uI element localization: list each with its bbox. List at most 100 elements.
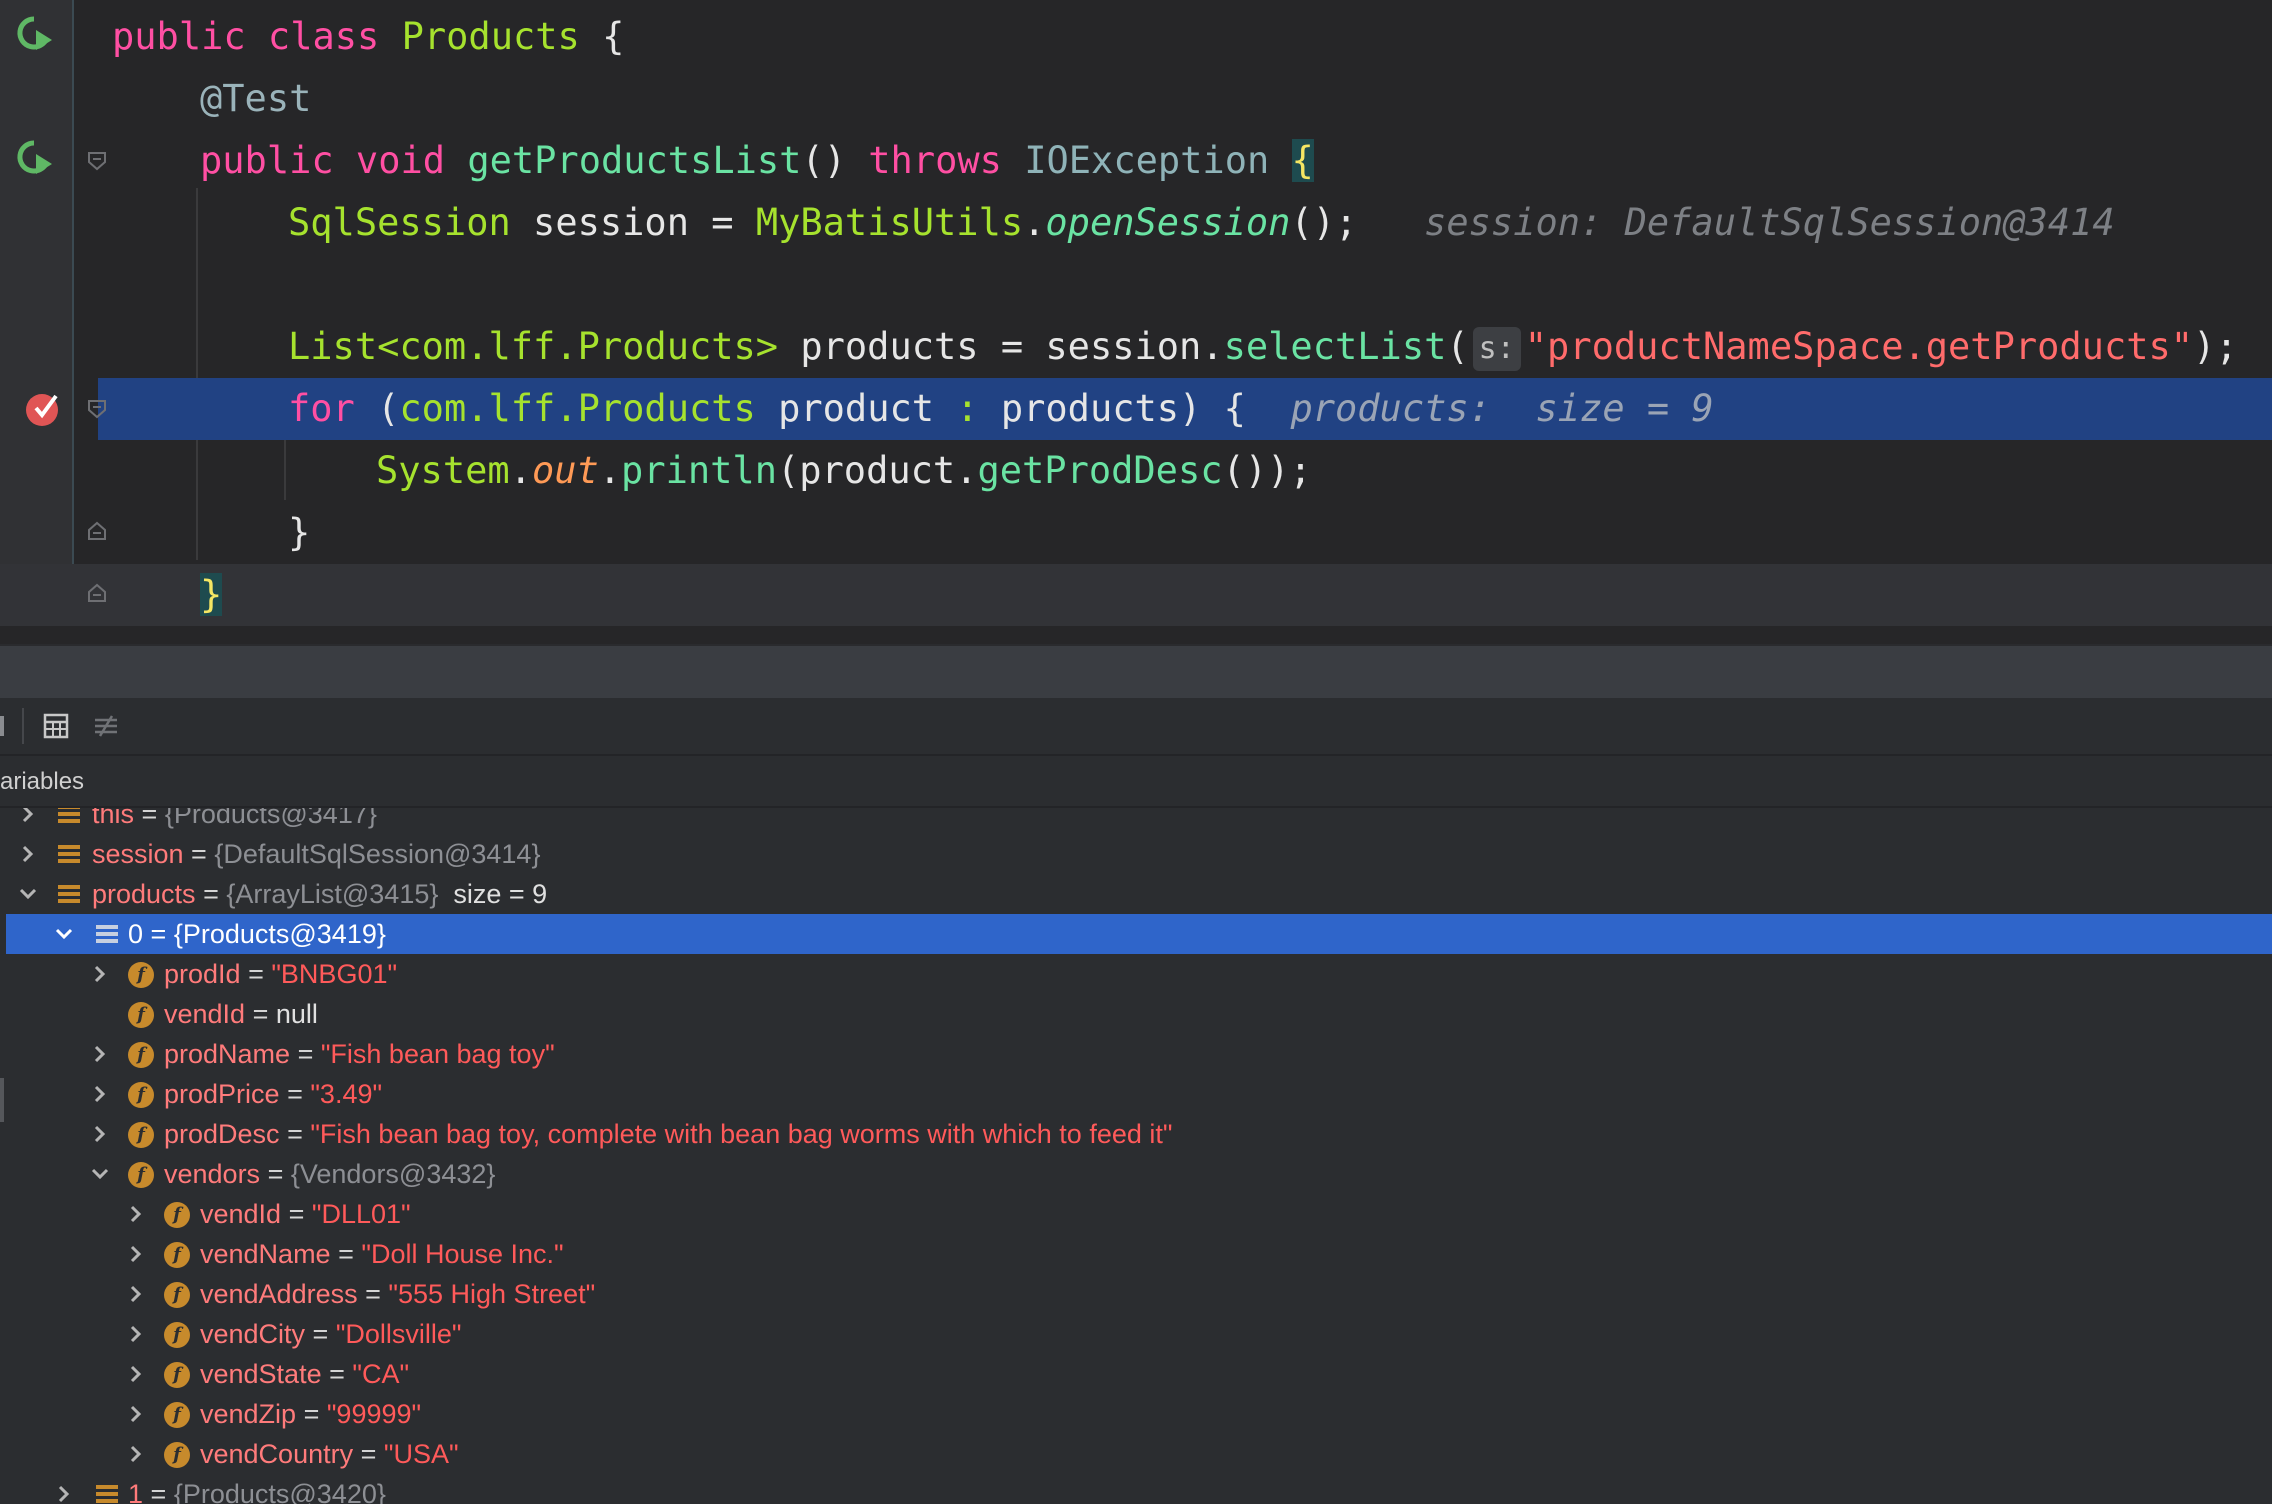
tree-row-prodDesc[interactable]: f prodDesc = "Fish bean bag toy, complet…	[0, 1114, 2272, 1154]
chevron-right-icon[interactable]	[88, 1082, 112, 1106]
field-icon: f	[164, 1282, 190, 1308]
variable-value: "3.49"	[310, 1079, 383, 1109]
variable-name: vendCountry	[200, 1439, 354, 1469]
breakpoint-icon[interactable]	[24, 388, 64, 433]
tree-scroll-indicator[interactable]	[0, 1078, 4, 1122]
fold-open-icon[interactable]	[86, 150, 108, 172]
chevron-down-icon[interactable]	[88, 1162, 112, 1186]
variable-value: "Doll House Inc."	[361, 1239, 564, 1269]
tree-row-prodName[interactable]: f prodName = "Fish bean bag toy"	[0, 1034, 2272, 1074]
variables-title: ariables	[0, 768, 85, 795]
string-literal: "productNameSpace.getProducts"	[1524, 325, 2194, 368]
variable-ref: {Products@3420}	[173, 1479, 386, 1504]
equals-sign: =	[296, 1399, 327, 1429]
chevron-right-icon[interactable]	[16, 842, 40, 866]
variable-ref: {Products@3419}	[173, 919, 386, 949]
variable-value: "DLL01"	[311, 1199, 411, 1229]
variable-name: 0	[128, 919, 144, 949]
code-text: ());	[1222, 449, 1312, 492]
field-icon: f	[128, 1122, 154, 1148]
code-line-7-execution-point[interactable]: for (com.lff.Products product : products…	[98, 378, 2272, 440]
tree-row-prodId[interactable]: f prodId = "BNBG01"	[0, 954, 2272, 994]
equals-sign: =	[195, 879, 227, 909]
chevron-right-icon[interactable]	[88, 1122, 112, 1146]
type-name: MyBatisUtils	[755, 201, 1024, 244]
chevron-right-icon[interactable]	[124, 1402, 148, 1426]
chevron-right-icon[interactable]	[124, 1442, 148, 1466]
code-line-8[interactable]: System.out.println(product.getProdDesc()…	[0, 440, 2272, 502]
tree-row-session[interactable]: session = {DefaultSqlSession@3414}	[0, 834, 2272, 874]
fold-close-icon[interactable]	[86, 520, 108, 542]
filter-icon[interactable]	[92, 712, 120, 745]
equals-sign: =	[281, 1199, 312, 1229]
tree-row-vendZip[interactable]: f vendZip = "99999"	[0, 1394, 2272, 1434]
fold-open-icon[interactable]	[86, 398, 108, 420]
tree-row-products-0[interactable]: 0 = {Products@3419}	[6, 914, 2272, 954]
keyword: throws	[868, 139, 1025, 182]
code-line-4[interactable]: SqlSession session = MyBatisUtils.openSe…	[0, 192, 2272, 254]
field-icon: f	[128, 1082, 154, 1108]
run-test-icon[interactable]	[14, 138, 54, 183]
variable-name: vendZip	[200, 1399, 297, 1429]
tree-row-vendors[interactable]: f vendors = {Vendors@3432}	[0, 1154, 2272, 1194]
tree-row-prodPrice[interactable]: f prodPrice = "3.49"	[0, 1074, 2272, 1114]
fold-close-icon[interactable]	[86, 582, 108, 604]
panel-splitter[interactable]	[0, 644, 2272, 700]
code-text: {	[579, 15, 625, 58]
tree-row-vendId[interactable]: f vendId = null	[0, 994, 2272, 1034]
tree-row-vendCity[interactable]: f vendCity = "Dollsville"	[0, 1314, 2272, 1354]
code-line-1[interactable]: public class Products {	[0, 6, 2272, 68]
chevron-right-icon[interactable]	[124, 1362, 148, 1386]
chevron-right-icon[interactable]	[88, 1042, 112, 1066]
field-icon: f	[128, 1162, 154, 1188]
table-icon[interactable]	[42, 712, 70, 745]
chevron-right-icon[interactable]	[16, 808, 40, 826]
variable-name: prodName	[164, 1039, 291, 1069]
list-icon	[58, 845, 80, 863]
tree-row-vendAddress[interactable]: f vendAddress = "555 High Street"	[0, 1274, 2272, 1314]
field-icon: f	[128, 1042, 154, 1068]
chevron-right-icon[interactable]	[124, 1202, 148, 1226]
keyword: public void	[200, 139, 468, 182]
chevron-right-icon[interactable]	[88, 962, 112, 986]
code-line-6[interactable]: List<com.lff.Products> products = sessio…	[0, 316, 2272, 378]
tree-row-vendName[interactable]: f vendName = "Doll House Inc."	[0, 1234, 2272, 1274]
tree-row-vendCountry[interactable]: f vendCountry = "USA"	[0, 1434, 2272, 1474]
chevron-right-icon[interactable]	[52, 1482, 76, 1504]
keyword: for	[288, 387, 355, 430]
chevron-right-icon[interactable]	[124, 1282, 148, 1306]
tree-row-products-1[interactable]: 1 = {Products@3420}	[0, 1474, 2272, 1504]
field-icon: f	[164, 1442, 190, 1468]
tree-row-this[interactable]: this = {Products@3417}	[0, 808, 2272, 834]
tree-row-vendState[interactable]: f vendState = "CA"	[0, 1354, 2272, 1394]
code-text: ();	[1290, 201, 1358, 244]
method-name: getProdDesc	[977, 449, 1223, 492]
tree-row-vendors-vendId[interactable]: f vendId = "DLL01"	[0, 1194, 2272, 1234]
code-line-9[interactable]: }	[0, 502, 2272, 564]
variable-name: prodId	[164, 959, 241, 989]
code-line-10[interactable]: }	[0, 564, 2272, 626]
code-editor[interactable]: public class Products { @Test public voi…	[0, 0, 2272, 644]
variable-value: "Dollsville"	[335, 1319, 462, 1349]
chevron-right-icon[interactable]	[124, 1322, 148, 1346]
variable-name: session	[92, 839, 184, 869]
chevron-right-icon[interactable]	[124, 1242, 148, 1266]
code-line-3[interactable]: public void getProductsList() throws IOE…	[0, 130, 2272, 192]
code-text: products = session.	[778, 325, 1224, 368]
code-text: .	[1023, 201, 1046, 244]
variable-name: products	[92, 879, 196, 909]
code-text: ()	[801, 139, 869, 182]
code-text: products) {	[978, 387, 1246, 430]
field-icon: f	[164, 1322, 190, 1348]
chevron-down-icon[interactable]	[52, 922, 76, 946]
variables-tree[interactable]: this = {Products@3417} session = {Defaul…	[0, 808, 2272, 1504]
field-icon: f	[128, 1002, 154, 1028]
variable-ref: {Products@3417}	[164, 808, 377, 829]
field-icon: f	[128, 962, 154, 988]
equals-sign: =	[143, 919, 174, 949]
run-test-icon[interactable]	[14, 14, 54, 59]
tree-row-products[interactable]: products = {ArrayList@3415} size = 9	[0, 874, 2272, 914]
chevron-down-icon[interactable]	[16, 882, 40, 906]
code-line-2[interactable]: @Test	[0, 68, 2272, 130]
code-text: session =	[510, 201, 756, 244]
